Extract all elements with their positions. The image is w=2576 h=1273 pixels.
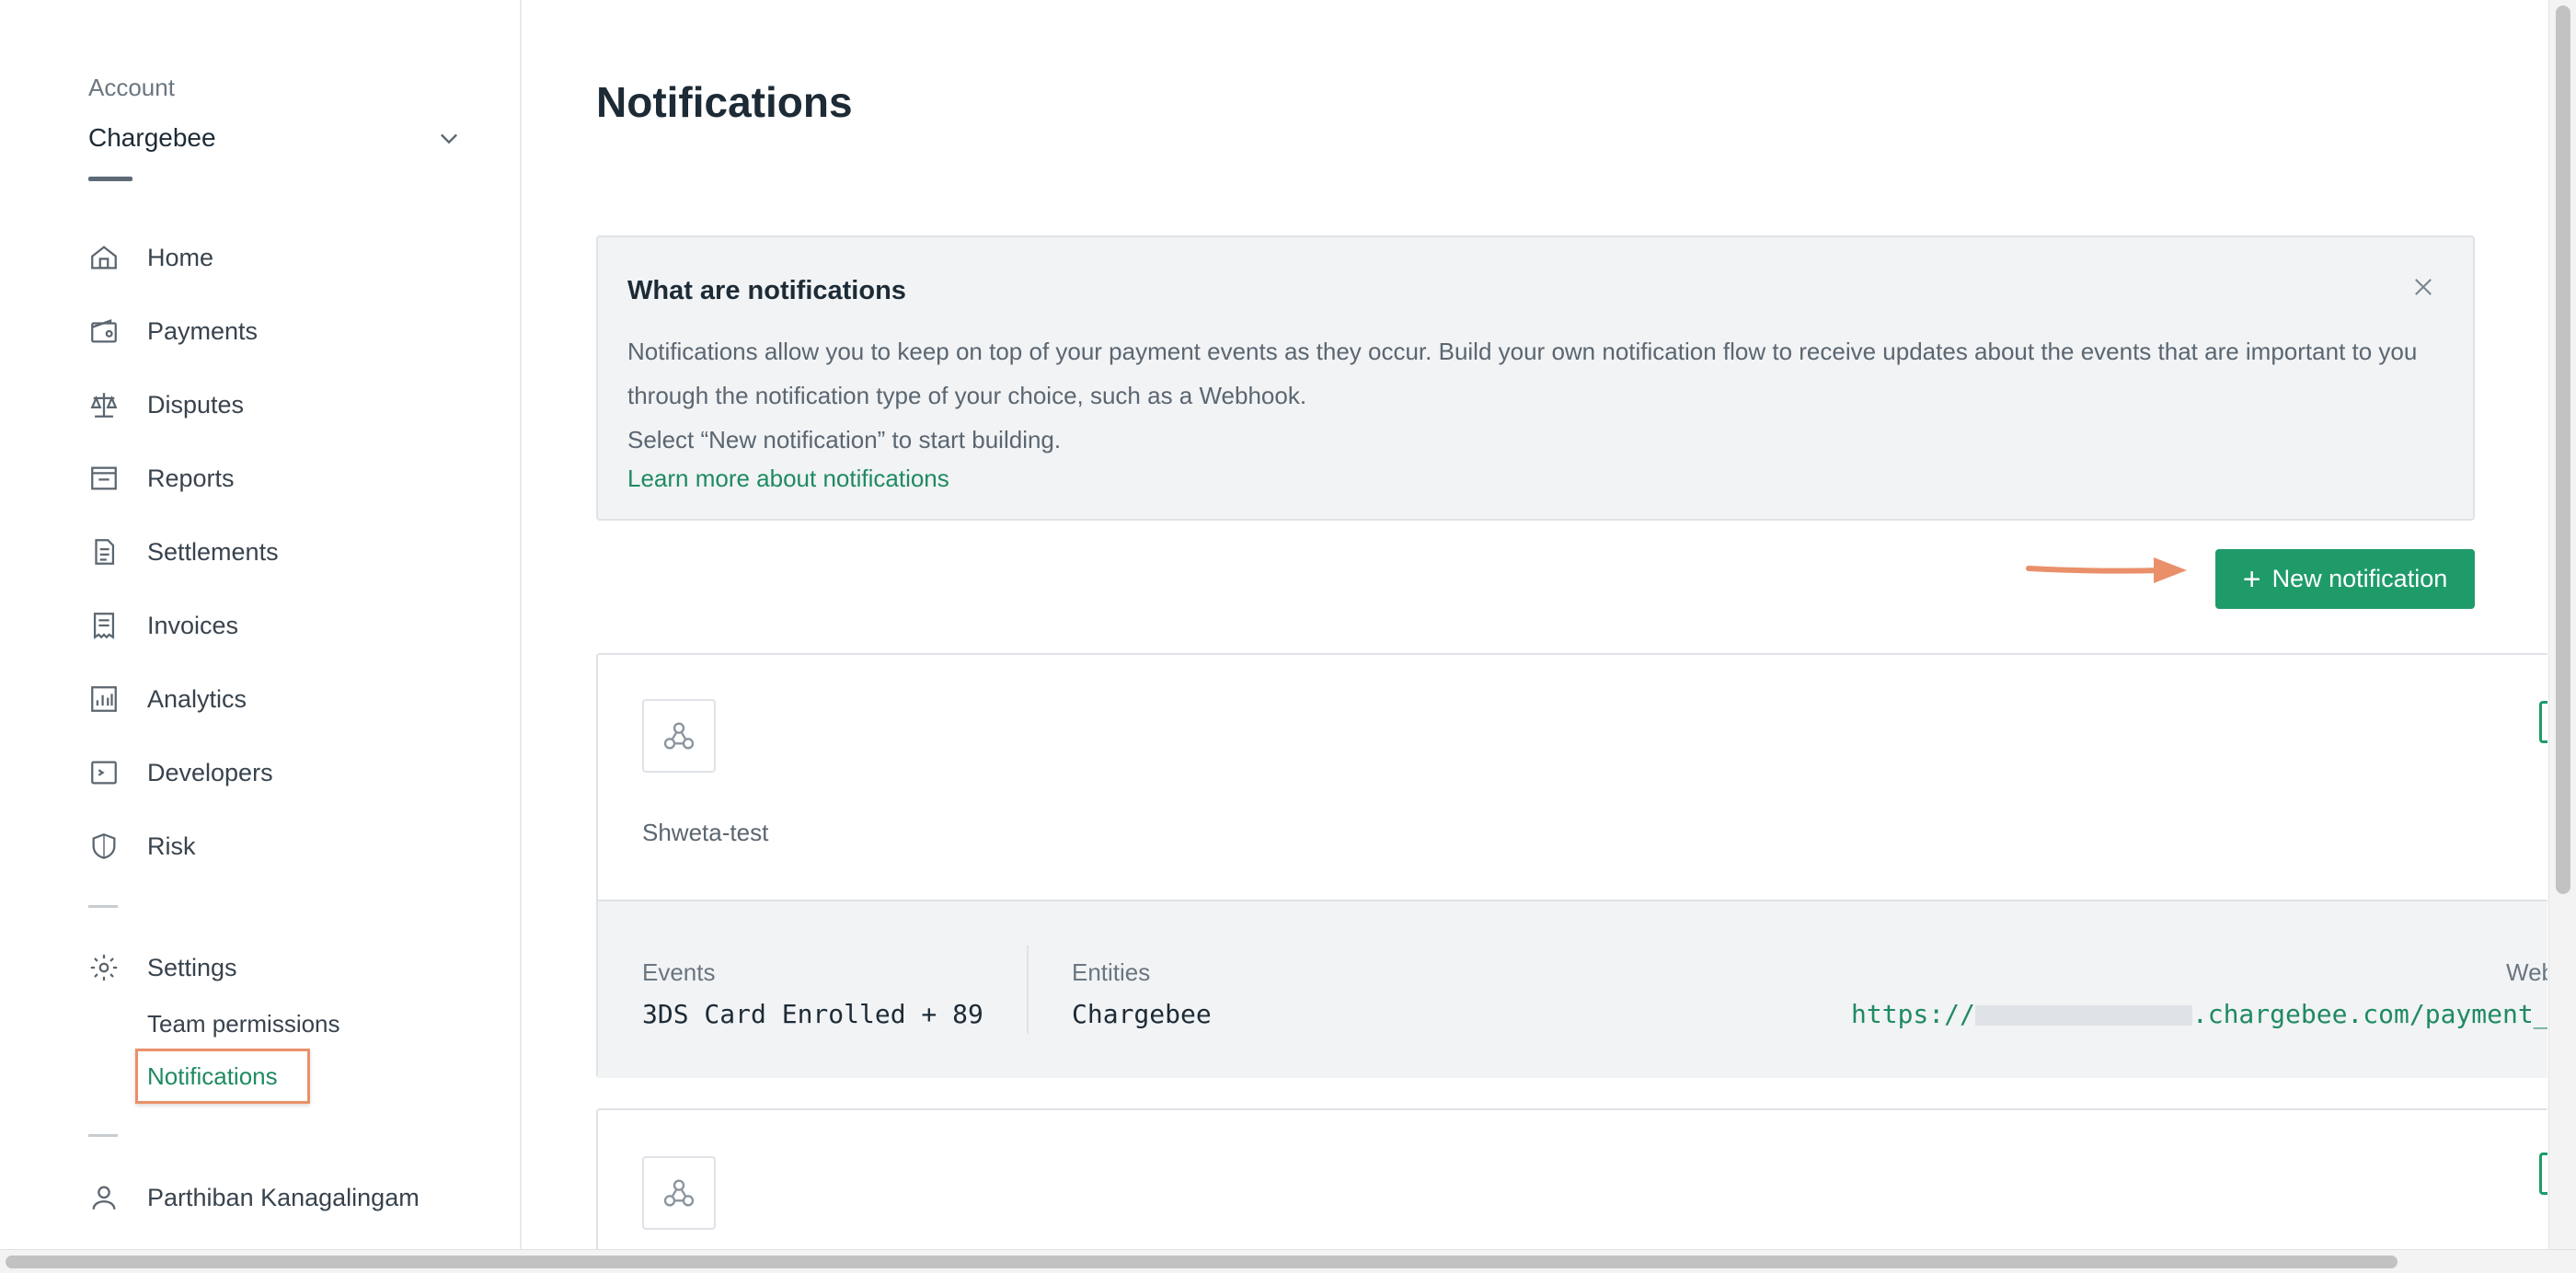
- learn-more-link[interactable]: Learn more about notifications: [627, 456, 949, 500]
- sidebar: Account Chargebee Home Payments Disputes…: [0, 0, 522, 1273]
- user-profile[interactable]: Parthiban Kanagalingam: [88, 1179, 420, 1216]
- sidebar-divider: [88, 1134, 118, 1137]
- info-body: Notifications allow you to keep on top o…: [627, 338, 2418, 409]
- card-action-button[interactable]: [2539, 701, 2547, 743]
- sidebar-item-payments[interactable]: Payments: [88, 313, 484, 350]
- scrollbar-thumb[interactable]: [2556, 6, 2570, 894]
- horizontal-scrollbar[interactable]: [0, 1249, 2576, 1273]
- sidebar-item-label: Developers: [147, 758, 273, 786]
- sidebar-item-label: Settings: [147, 953, 237, 981]
- sidebar-item-settings[interactable]: Settings: [88, 949, 237, 986]
- card-details: Events 3DS Card Enrolled + 89 Entities C…: [598, 900, 2547, 1078]
- plus-icon: +: [2242, 561, 2261, 597]
- webhook-icon: [642, 699, 716, 773]
- sidebar-item-label: Disputes: [147, 390, 245, 419]
- vertical-scrollbar[interactable]: [2548, 0, 2576, 1249]
- document-icon: [95, 539, 115, 565]
- info-banner: What are notifications Notifications all…: [596, 235, 2475, 521]
- entities-label: Entities: [1072, 958, 1151, 986]
- sidebar-item-risk[interactable]: Risk: [88, 828, 484, 865]
- sidebar-item-label: Home: [147, 243, 214, 271]
- sidebar-divider: [88, 905, 118, 908]
- home-icon: [91, 246, 117, 270]
- user-name: Parthiban Kanagalingam: [147, 1183, 420, 1211]
- webhook-url-suffix: .chargebee.com/payment_: [2191, 999, 2547, 1029]
- new-notification-button[interactable]: + New notification: [2215, 549, 2475, 609]
- events-label: Events: [642, 958, 716, 986]
- inbox-icon: [91, 466, 117, 490]
- scrollbar-thumb[interactable]: [6, 1256, 2398, 1268]
- sidebar-item-label: Invoices: [147, 611, 239, 639]
- sidebar-item-label: Settlements: [147, 537, 279, 566]
- new-notification-label: New notification: [2271, 565, 2448, 592]
- wallet-icon: [91, 319, 117, 343]
- chart-icon: [91, 686, 117, 712]
- shield-icon: [92, 833, 116, 859]
- code-icon: [91, 761, 117, 785]
- sidebar-item-team-permissions[interactable]: Team permissions: [147, 1010, 340, 1038]
- info-instruction: Select “New notification” to start build…: [627, 426, 1062, 453]
- sidebar-item-home[interactable]: Home: [88, 239, 484, 276]
- notification-card[interactable]: [596, 1108, 2547, 1249]
- sidebar-item-label: Risk: [147, 831, 196, 860]
- sidebar-item-invoices[interactable]: Invoices: [88, 607, 484, 644]
- sidebar-item-label: Analytics: [147, 684, 247, 713]
- account-underline: [88, 177, 132, 181]
- scales-icon: [90, 393, 118, 418]
- notification-card[interactable]: Shweta-test Events 3DS Card Enrolled + 8…: [596, 653, 2547, 1078]
- main-content: Notifications What are notifications Not…: [523, 0, 2547, 1249]
- webhook-icon: [642, 1156, 716, 1230]
- info-title: What are notifications: [627, 276, 906, 305]
- close-icon[interactable]: [2410, 274, 2436, 300]
- sidebar-item-label: Reports: [147, 464, 235, 492]
- sidebar-item-developers[interactable]: Developers: [88, 754, 484, 791]
- webhook-url[interactable]: https:// .chargebee.com/payment_: [1851, 999, 2547, 1029]
- page-title: Notifications: [596, 78, 853, 126]
- gear-icon: [90, 954, 118, 981]
- sidebar-item-disputes[interactable]: Disputes: [88, 386, 484, 423]
- sidebar-item-label: Payments: [147, 316, 259, 345]
- notification-name: Shweta-test: [642, 819, 769, 846]
- redacted-segment: [1974, 1005, 2192, 1026]
- events-value: 3DS Card Enrolled + 89: [642, 999, 983, 1029]
- chevron-down-icon: [441, 133, 457, 144]
- receipt-icon: [93, 613, 115, 639]
- entities-value: Chargebee: [1072, 999, 1212, 1029]
- sidebar-item-analytics[interactable]: Analytics: [88, 681, 484, 717]
- sidebar-item-reports[interactable]: Reports: [88, 460, 484, 497]
- account-selector[interactable]: Chargebee: [88, 120, 462, 156]
- sidebar-item-settlements[interactable]: Settlements: [88, 533, 484, 570]
- arrow-annotation-icon: [2026, 557, 2187, 583]
- webhook-url-prefix: https://: [1851, 999, 1975, 1029]
- column-divider: [1027, 946, 1029, 1034]
- account-name: Chargebee: [88, 123, 216, 152]
- notifications-highlight: [135, 1049, 310, 1104]
- webhook-label: Web: [2506, 958, 2547, 986]
- user-icon: [92, 1186, 116, 1210]
- sidebar-nav: Home Payments Disputes Reports Settlemen…: [88, 239, 484, 901]
- card-action-button[interactable]: [2539, 1153, 2547, 1195]
- account-label: Account: [88, 74, 175, 101]
